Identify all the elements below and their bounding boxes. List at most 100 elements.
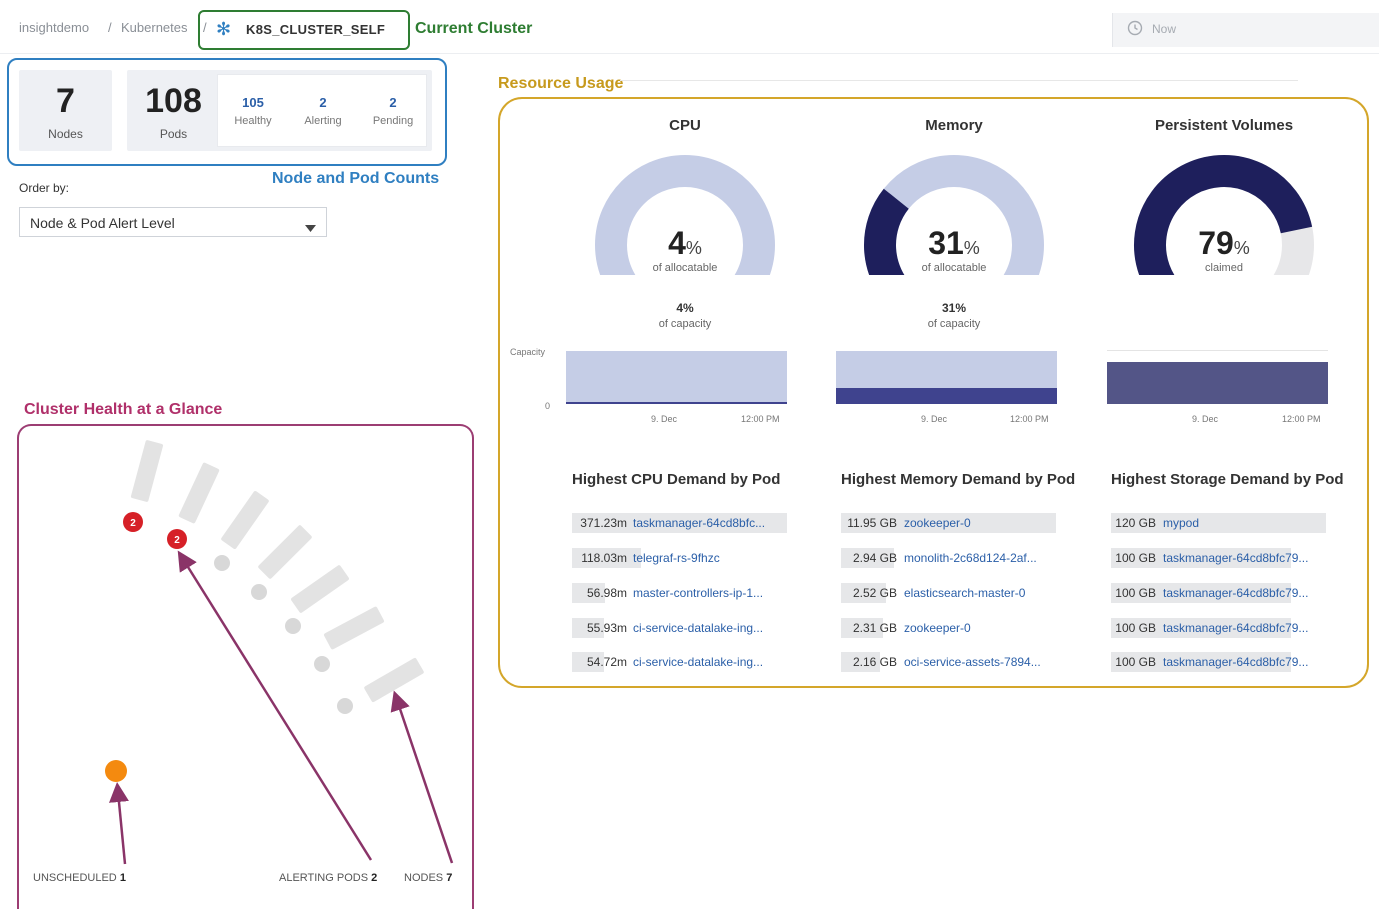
order-by-select[interactable]: Node & Pod Alert Level xyxy=(19,207,327,237)
demand-value: 11.95 GB xyxy=(847,516,897,530)
node-status-icon xyxy=(214,555,230,571)
node-bar[interactable] xyxy=(364,657,425,703)
pod-link[interactable]: taskmanager-64cd8bfc79... xyxy=(1163,621,1308,635)
pending-pods-label: Pending xyxy=(372,115,414,127)
demand-value: 100 GB xyxy=(1115,586,1156,600)
storage-demand-title: Highest Storage Demand by Pod xyxy=(1111,471,1344,488)
pod-link[interactable]: elasticsearch-master-0 xyxy=(904,586,1025,600)
pod-status-breakdown: 105 Healthy 2 Alerting 2 Pending xyxy=(217,74,427,147)
pods-count: 108 xyxy=(145,82,202,120)
nodes-label: Nodes xyxy=(48,127,83,141)
alerting-pods-legend[interactable]: ALERTING PODS 2 xyxy=(279,872,377,884)
alerting-pods-label: Alerting xyxy=(304,115,342,127)
alerting-pods-count[interactable]: 2 xyxy=(288,95,358,110)
node-pod-counts-annotation: Node and Pod Counts xyxy=(272,170,440,187)
demand-value: 2.52 GB xyxy=(852,586,897,600)
pod-link[interactable]: ci-service-datalake-ing... xyxy=(633,621,763,635)
pod-link[interactable]: taskmanager-64cd8bfc79... xyxy=(1163,551,1308,565)
pod-link[interactable]: zookeeper-0 xyxy=(904,516,971,530)
x-tick-label: 12:00 PM xyxy=(1282,414,1321,424)
node-bar[interactable] xyxy=(130,440,164,503)
pod-link[interactable]: ci-service-datalake-ing... xyxy=(633,655,763,669)
nodes-legend[interactable]: NODES 7 xyxy=(404,872,452,884)
node-status-icon xyxy=(285,618,301,634)
memory-demand-title: Highest Memory Demand by Pod xyxy=(841,471,1076,488)
breadcrumb-separator: / xyxy=(108,20,112,35)
kubernetes-cluster-icon: ✻ xyxy=(216,19,232,39)
pod-link[interactable]: taskmanager-64cd8bfc79... xyxy=(1163,586,1308,600)
x-tick-label: 9. Dec xyxy=(651,414,678,424)
unscheduled-arrow xyxy=(109,782,129,865)
list-item: 118.03m telegraf-rs-9fhzc xyxy=(572,548,787,568)
nodes-count: 7 xyxy=(56,82,75,120)
pod-link[interactable]: master-controllers-ip-1... xyxy=(633,586,763,600)
breadcrumb-kubernetes[interactable]: Kubernetes xyxy=(121,20,188,35)
memory-column: Memory 31% of allocatable 31% of capacit… xyxy=(834,0,1084,909)
x-tick-label: 9. Dec xyxy=(1192,414,1219,424)
x-tick-label: 12:00 PM xyxy=(1010,414,1049,424)
memory-gauge-value: 31% xyxy=(928,225,980,261)
list-item: 11.95 GB zookeeper-0 xyxy=(841,513,1056,533)
zero-axis-label: 0 xyxy=(545,401,551,411)
pod-link[interactable]: mypod xyxy=(1163,516,1199,530)
demand-value: 100 GB xyxy=(1115,551,1156,565)
unscheduled-legend[interactable]: UNSCHEDULED 1 xyxy=(33,872,126,884)
list-item: 371.23m taskmanager-64cd8bfc... xyxy=(572,513,787,533)
breadcrumb-cluster-name[interactable]: K8S_CLUSTER_SELF xyxy=(246,22,385,37)
cpu-column: CPU 4% of allocatable 4% of capacity 9. … xyxy=(565,0,805,909)
cpu-title: CPU xyxy=(669,117,701,134)
node-bar[interactable] xyxy=(178,462,220,524)
breadcrumb-insightdemo[interactable]: insightdemo xyxy=(19,20,89,35)
pod-link[interactable]: taskmanager-64cd8bfc... xyxy=(633,516,765,530)
demand-value: 120 GB xyxy=(1115,516,1156,530)
persistent-volumes-title: Persistent Volumes xyxy=(1154,117,1294,134)
pod-link[interactable]: taskmanager-64cd8bfc79... xyxy=(1163,655,1308,669)
demand-value: 100 GB xyxy=(1115,621,1156,635)
unscheduled-label: UNSCHEDULED xyxy=(33,872,117,884)
cpu-usage-area-chart[interactable] xyxy=(566,351,787,404)
memory-usage-area xyxy=(836,388,1057,404)
node-bar[interactable] xyxy=(220,490,269,549)
alerting-pods-legend-count: 2 xyxy=(371,872,378,884)
list-item: 120 GB mypod xyxy=(1111,513,1326,533)
chevron-down-icon xyxy=(305,219,316,237)
alerting-pod-badge: 2 xyxy=(130,518,136,529)
demand-value: 2.16 GB xyxy=(852,655,897,669)
memory-usage-area-chart[interactable] xyxy=(836,351,1057,404)
pod-link[interactable]: monolith-2c68d124-2af... xyxy=(904,551,1037,565)
divider xyxy=(1107,350,1328,351)
x-tick-label: 12:00 PM xyxy=(741,414,780,424)
cpu-demand-title: Highest CPU Demand by Pod xyxy=(572,471,781,488)
list-item: 100 GB taskmanager-64cd8bfc79... xyxy=(1111,652,1326,672)
memory-title: Memory xyxy=(925,117,983,134)
x-tick-label: 9. Dec xyxy=(921,414,948,424)
pending-pods-count[interactable]: 2 xyxy=(358,95,428,110)
demand-value: 54.72m xyxy=(586,655,627,669)
nodes-count-tile[interactable]: 7 Nodes xyxy=(19,70,112,151)
persistent-volumes-usage-area[interactable] xyxy=(1107,362,1328,404)
persistent-volumes-column: Persistent Volumes 79% claimed 9. Dec 12… xyxy=(1104,0,1364,909)
pods-count-tile[interactable]: 108 Pods 105 Healthy 2 Alerting 2 Pendin… xyxy=(127,70,432,151)
unscheduled-count: 1 xyxy=(119,872,126,884)
node-bar[interactable] xyxy=(323,606,385,650)
node-bar[interactable] xyxy=(290,564,349,613)
list-item: 100 GB taskmanager-64cd8bfc79... xyxy=(1111,618,1326,638)
cpu-capacity-caption: of capacity xyxy=(658,318,712,330)
list-item: 56.98m master-controllers-ip-1... xyxy=(572,583,787,603)
healthy-pods-label: Healthy xyxy=(234,115,272,127)
list-item: 2.52 GB elasticsearch-master-0 xyxy=(841,583,1056,603)
nodes-arrow xyxy=(390,690,454,864)
pod-link[interactable]: telegraf-rs-9fhzc xyxy=(633,551,720,565)
memory-capacity-value: 31% xyxy=(941,301,967,315)
unscheduled-pod-marker[interactable] xyxy=(105,760,127,782)
list-item: 2.16 GB oci-service-assets-7894... xyxy=(841,652,1056,672)
cpu-capacity-value: 4% xyxy=(676,301,694,315)
nodes-legend-label: NODES xyxy=(404,872,444,884)
node-bar[interactable] xyxy=(257,524,312,579)
cpu-gauge-value: 4% xyxy=(668,225,702,261)
demand-value: 2.94 GB xyxy=(852,551,897,565)
cluster-health-map: 2 2 xyxy=(105,440,454,865)
pod-link[interactable]: zookeeper-0 xyxy=(904,621,971,635)
pod-link[interactable]: oci-service-assets-7894... xyxy=(904,655,1041,669)
healthy-pods-count[interactable]: 105 xyxy=(218,95,288,110)
